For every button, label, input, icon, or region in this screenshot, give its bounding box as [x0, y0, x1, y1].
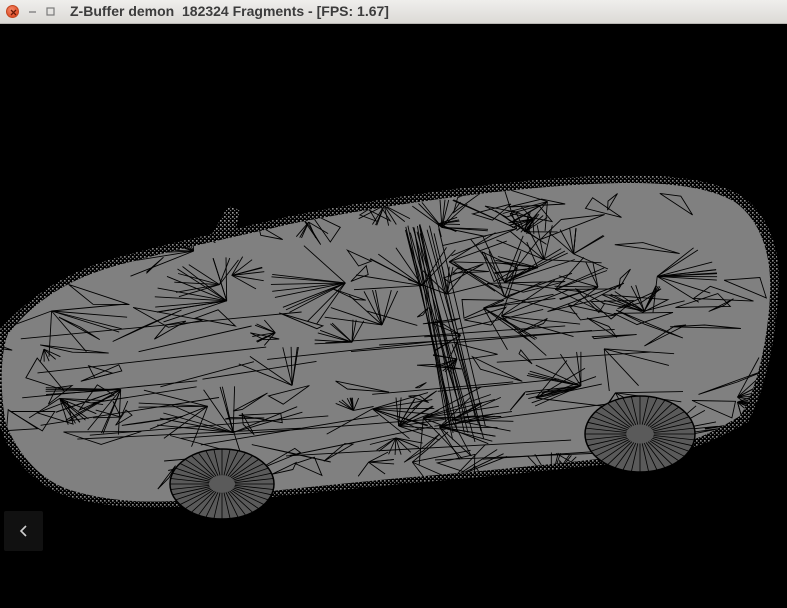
- chevron-left-icon: [19, 525, 27, 537]
- maximize-icon: [46, 7, 55, 16]
- minimize-icon: [29, 11, 36, 13]
- back-button[interactable]: [4, 511, 43, 551]
- front-wheel: [584, 395, 696, 473]
- render-viewport[interactable]: [0, 24, 787, 608]
- title-bar[interactable]: Z-Buffer demon 182324 Fragments - [FPS: …: [0, 0, 787, 24]
- maximize-button[interactable]: [44, 5, 57, 18]
- car-mesh-render: [0, 175, 779, 520]
- close-button[interactable]: [6, 5, 19, 18]
- rear-wheel: [169, 448, 275, 520]
- window-title: Z-Buffer demon 182324 Fragments - [FPS: …: [70, 3, 389, 19]
- minimize-button[interactable]: [26, 5, 39, 18]
- app-window: Z-Buffer demon 182324 Fragments - [FPS: …: [0, 0, 787, 608]
- close-icon: [10, 9, 17, 16]
